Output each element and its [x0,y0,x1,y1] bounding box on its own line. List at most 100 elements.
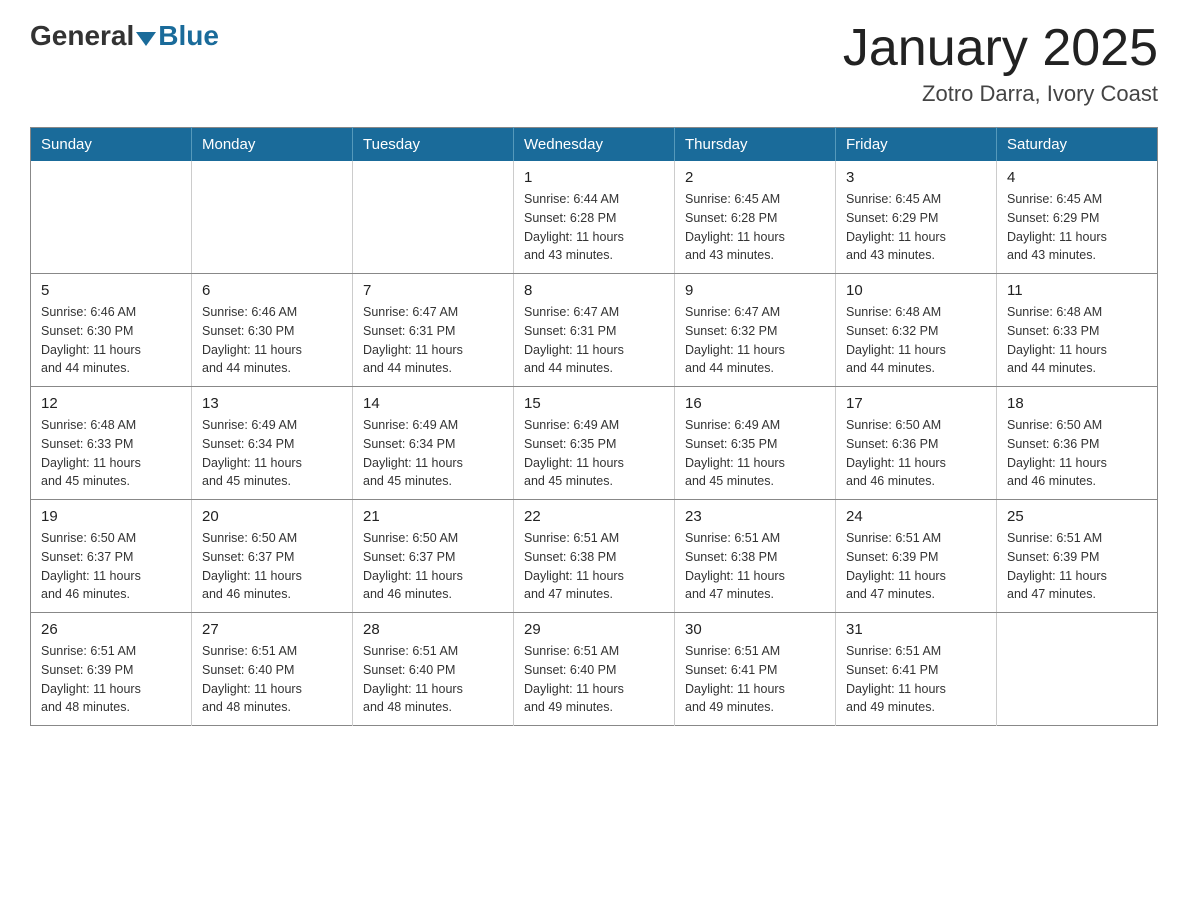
day-number: 13 [202,395,342,412]
day-info: Sunrise: 6:51 AM Sunset: 6:38 PM Dayligh… [685,529,825,604]
day-info: Sunrise: 6:48 AM Sunset: 6:33 PM Dayligh… [1007,303,1147,378]
calendar-cell: 9Sunrise: 6:47 AM Sunset: 6:32 PM Daylig… [675,274,836,387]
day-number: 12 [41,395,181,412]
calendar-header: SundayMondayTuesdayWednesdayThursdayFrid… [31,128,1158,162]
day-header-monday: Monday [192,128,353,162]
logo-blue-text: Blue [158,20,219,52]
day-info: Sunrise: 6:50 AM Sunset: 6:36 PM Dayligh… [1007,416,1147,491]
day-header-sunday: Sunday [31,128,192,162]
day-number: 30 [685,621,825,638]
day-number: 16 [685,395,825,412]
day-number: 27 [202,621,342,638]
calendar-cell: 6Sunrise: 6:46 AM Sunset: 6:30 PM Daylig… [192,274,353,387]
day-info: Sunrise: 6:51 AM Sunset: 6:40 PM Dayligh… [524,642,664,717]
day-info: Sunrise: 6:51 AM Sunset: 6:38 PM Dayligh… [524,529,664,604]
calendar-cell: 13 Sunrise: 6:49 AM Sunset: 6:34 PM Dayli… [192,387,353,500]
month-title: January 2025 [843,20,1158,77]
calendar-cell: 16 Sunrise: 6:49 AM Sunset: 6:35 PM Dayli… [675,387,836,500]
calendar-cell: 2 Sunrise: 6:45 AM Sunset: 6:28 PM Daylig… [675,161,836,274]
day-info: Sunrise: 6:50 AM Sunset: 6:37 PM Dayligh… [202,529,342,604]
calendar-cell: 22Sunrise: 6:51 AM Sunset: 6:38 PM Dayli… [514,500,675,613]
day-info: Sunrise: 6:49 AM Sunset: 6:34 PM Dayligh… [363,416,503,491]
day-number: 24 [846,508,986,525]
day-number: 11 [1007,282,1147,299]
location-text: Zotro Darra, Ivory Coast [843,81,1158,107]
calendar-cell: 14 Sunrise: 6:49 AM Sunset: 6:34 PM Dayli… [353,387,514,500]
day-info: Sunrise: 6:51 AM Sunset: 6:40 PM Dayligh… [363,642,503,717]
day-number: 25 [1007,508,1147,525]
calendar-cell: 30 Sunrise: 6:51 AM Sunset: 6:41 PM Dayli… [675,613,836,726]
calendar-week-4: 19 Sunrise: 6:50 AM Sunset: 6:37 PM Dayli… [31,500,1158,613]
day-info: Sunrise: 6:47 AM Sunset: 6:31 PM Dayligh… [363,303,503,378]
calendar-cell [353,161,514,274]
calendar-cell: 20 Sunrise: 6:50 AM Sunset: 6:37 PM Dayli… [192,500,353,613]
calendar-cell: 24 Sunrise: 6:51 AM Sunset: 6:39 PM Dayli… [836,500,997,613]
day-info: Sunrise: 6:47 AM Sunset: 6:31 PM Dayligh… [524,303,664,378]
calendar-cell: 29 Sunrise: 6:51 AM Sunset: 6:40 PM Dayli… [514,613,675,726]
day-info: Sunrise: 6:49 AM Sunset: 6:35 PM Dayligh… [685,416,825,491]
day-number: 7 [363,282,503,299]
calendar-cell: 28 Sunrise: 6:51 AM Sunset: 6:40 PM Dayli… [353,613,514,726]
calendar-cell: 21 Sunrise: 6:50 AM Sunset: 6:37 PM Dayli… [353,500,514,613]
day-info: Sunrise: 6:51 AM Sunset: 6:41 PM Dayligh… [846,642,986,717]
calendar-cell: 5 Sunrise: 6:46 AM Sunset: 6:30 PM Daylig… [31,274,192,387]
calendar-cell: 23 Sunrise: 6:51 AM Sunset: 6:38 PM Dayli… [675,500,836,613]
day-info: Sunrise: 6:45 AM Sunset: 6:29 PM Dayligh… [846,190,986,265]
day-number: 9 [685,282,825,299]
day-info: Sunrise: 6:51 AM Sunset: 6:41 PM Dayligh… [685,642,825,717]
calendar-cell: 3 Sunrise: 6:45 AM Sunset: 6:29 PM Daylig… [836,161,997,274]
day-number: 14 [363,395,503,412]
calendar-cell [192,161,353,274]
calendar-cell [31,161,192,274]
day-info: Sunrise: 6:49 AM Sunset: 6:35 PM Dayligh… [524,416,664,491]
day-number: 26 [41,621,181,638]
day-info: Sunrise: 6:48 AM Sunset: 6:32 PM Dayligh… [846,303,986,378]
day-headers-row: SundayMondayTuesdayWednesdayThursdayFrid… [31,128,1158,162]
day-number: 21 [363,508,503,525]
day-info: Sunrise: 6:45 AM Sunset: 6:28 PM Dayligh… [685,190,825,265]
calendar-cell: 15 Sunrise: 6:49 AM Sunset: 6:35 PM Dayli… [514,387,675,500]
day-info: Sunrise: 6:46 AM Sunset: 6:30 PM Dayligh… [202,303,342,378]
day-number: 5 [41,282,181,299]
day-number: 29 [524,621,664,638]
day-header-friday: Friday [836,128,997,162]
day-number: 10 [846,282,986,299]
day-header-tuesday: Tuesday [353,128,514,162]
logo-arrow-icon [136,32,156,46]
day-info: Sunrise: 6:50 AM Sunset: 6:37 PM Dayligh… [363,529,503,604]
day-number: 17 [846,395,986,412]
day-number: 19 [41,508,181,525]
day-info: Sunrise: 6:51 AM Sunset: 6:39 PM Dayligh… [846,529,986,604]
day-number: 23 [685,508,825,525]
calendar-cell: 1Sunrise: 6:44 AM Sunset: 6:28 PM Daylig… [514,161,675,274]
day-number: 3 [846,169,986,186]
page-header: General Blue January 2025 Zotro Darra, I… [30,20,1158,107]
calendar-cell: 18 Sunrise: 6:50 AM Sunset: 6:36 PM Dayli… [997,387,1158,500]
calendar-cell: 19 Sunrise: 6:50 AM Sunset: 6:37 PM Dayli… [31,500,192,613]
day-info: Sunrise: 6:45 AM Sunset: 6:29 PM Dayligh… [1007,190,1147,265]
day-info: Sunrise: 6:50 AM Sunset: 6:36 PM Dayligh… [846,416,986,491]
day-number: 2 [685,169,825,186]
day-number: 4 [1007,169,1147,186]
logo: General Blue [30,20,219,52]
day-header-thursday: Thursday [675,128,836,162]
calendar-cell: 12 Sunrise: 6:48 AM Sunset: 6:33 PM Dayli… [31,387,192,500]
day-number: 18 [1007,395,1147,412]
calendar-week-5: 26Sunrise: 6:51 AM Sunset: 6:39 PM Dayli… [31,613,1158,726]
day-number: 28 [363,621,503,638]
day-number: 20 [202,508,342,525]
calendar-cell: 4 Sunrise: 6:45 AM Sunset: 6:29 PM Daylig… [997,161,1158,274]
day-info: Sunrise: 6:46 AM Sunset: 6:30 PM Dayligh… [41,303,181,378]
day-info: Sunrise: 6:50 AM Sunset: 6:37 PM Dayligh… [41,529,181,604]
calendar-cell: 17 Sunrise: 6:50 AM Sunset: 6:36 PM Dayli… [836,387,997,500]
day-info: Sunrise: 6:49 AM Sunset: 6:34 PM Dayligh… [202,416,342,491]
calendar-week-1: 1Sunrise: 6:44 AM Sunset: 6:28 PM Daylig… [31,161,1158,274]
calendar-cell: 11 Sunrise: 6:48 AM Sunset: 6:33 PM Dayli… [997,274,1158,387]
day-info: Sunrise: 6:48 AM Sunset: 6:33 PM Dayligh… [41,416,181,491]
day-info: Sunrise: 6:51 AM Sunset: 6:40 PM Dayligh… [202,642,342,717]
calendar-cell: 10 Sunrise: 6:48 AM Sunset: 6:32 PM Dayli… [836,274,997,387]
calendar-cell: 26Sunrise: 6:51 AM Sunset: 6:39 PM Dayli… [31,613,192,726]
day-header-saturday: Saturday [997,128,1158,162]
calendar-cell: 8Sunrise: 6:47 AM Sunset: 6:31 PM Daylig… [514,274,675,387]
day-number: 15 [524,395,664,412]
